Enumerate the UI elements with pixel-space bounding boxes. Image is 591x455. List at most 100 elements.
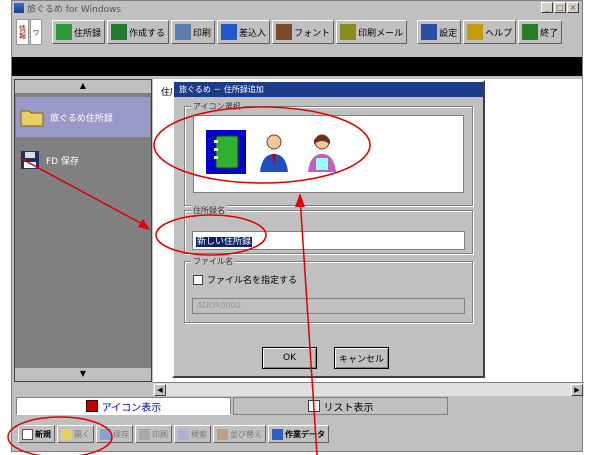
toolbar: 情報 ワ 住所録 作成する 印刷 差込入 フォント 印刷メール 設定 ヘルプ 終…: [14, 17, 580, 47]
group-label: 住所録名: [191, 205, 227, 216]
sidebar-item-label: FD 保存: [46, 156, 79, 167]
sidebar-item-label: 旅ぐるめ住所録: [50, 113, 113, 124]
button-label: 差込入: [239, 28, 267, 39]
create-icon: [111, 24, 128, 40]
exit-button[interactable]: 終了: [518, 20, 563, 44]
filename-group: ファイル名 ファイル名を指定する ADDR0000: [184, 256, 473, 323]
button-label: 印刷: [193, 28, 212, 39]
name-group: 住所録名 新しい住所録: [184, 205, 473, 254]
button-label: 作業データ: [285, 429, 325, 439]
group-label: ファイル名: [191, 256, 235, 267]
icon-list: [193, 115, 464, 193]
font-button[interactable]: フォント: [272, 20, 335, 44]
app-logo: 情報 ワ: [16, 19, 42, 45]
open-button[interactable]: 開く: [57, 425, 94, 443]
bottom-toolbar: 新規 開く 保存 印刷 検索 並び替え 作業データ: [12, 419, 582, 449]
settings-icon: [421, 24, 438, 40]
ok-button[interactable]: OK: [262, 347, 317, 369]
button-label: 並び替え: [230, 429, 262, 439]
tab-list-view[interactable]: リスト表示: [233, 397, 448, 415]
window-title: 旅ぐるめ for Windows: [27, 4, 122, 15]
help-icon: [467, 24, 484, 40]
insert-button[interactable]: 差込入: [217, 20, 271, 44]
tab-label: アイコン表示: [101, 402, 162, 414]
print-icon: [139, 428, 150, 440]
button-label: 終了: [540, 28, 559, 39]
tab-label: リスト表示: [323, 402, 374, 414]
logo-part: ワ: [29, 19, 42, 45]
maximize-button[interactable]: □: [554, 2, 566, 13]
sort-button[interactable]: 並び替え: [213, 425, 266, 443]
button-label: フォント: [294, 28, 331, 39]
dialog-title: 旅ぐるめ － 住所録追加: [174, 82, 483, 97]
sort-icon: [217, 428, 228, 440]
tab-icon-view[interactable]: アイコン表示: [16, 397, 231, 415]
cancel-button[interactable]: キャンセル: [334, 347, 389, 369]
print-icon: [175, 24, 192, 40]
scroll-left-button[interactable]: ◀: [154, 384, 166, 396]
minimize-button[interactable]: _: [541, 2, 553, 13]
specify-filename-checkbox[interactable]: ファイル名を指定する: [193, 273, 297, 286]
name-value: 新しい住所録: [196, 237, 253, 247]
checkbox-label: ファイル名を指定する: [207, 276, 298, 286]
filename-input[interactable]: ADDR0000: [192, 298, 465, 314]
list-view-icon: [307, 400, 320, 412]
search-button[interactable]: 検索: [174, 425, 211, 443]
sidebar: ▲ 旅ぐるめ住所録 FD 保存 ▼: [14, 79, 152, 382]
icon-select-group: アイコン選択: [184, 101, 473, 206]
print-button[interactable]: 印刷: [171, 20, 216, 44]
sidebar-scroll-down[interactable]: ▼: [15, 367, 151, 381]
button-label: 作成する: [129, 28, 166, 39]
scroll-right-button[interactable]: ▶: [571, 384, 583, 396]
search-icon: [178, 428, 189, 440]
new-icon: [22, 428, 33, 440]
close-button[interactable]: ×: [567, 2, 579, 13]
floppy-icon: [21, 151, 39, 169]
man-icon[interactable]: [254, 130, 294, 174]
create-button[interactable]: 作成する: [107, 20, 170, 44]
button-label: 新規: [35, 429, 51, 439]
icon-view-icon: [85, 400, 98, 412]
sidebar-item-fd[interactable]: FD 保存: [16, 140, 150, 180]
folder-icon: [20, 110, 44, 127]
title-bar: 旅ぐるめ for Windows _ □ ×: [12, 1, 582, 15]
mail-icon: [340, 24, 357, 40]
work-data-icon: [272, 428, 283, 440]
button-label: 印刷: [152, 429, 168, 439]
address-book-button[interactable]: 住所録: [52, 20, 106, 44]
exit-icon: [522, 24, 539, 40]
group-label: アイコン選択: [191, 101, 243, 112]
address-book-name-input[interactable]: 新しい住所録: [192, 231, 465, 250]
window-controls: _ □ ×: [541, 2, 579, 13]
print-bottom-button[interactable]: 印刷: [135, 425, 172, 443]
button-label: 住所録: [74, 28, 102, 39]
button-label: 保存: [113, 429, 129, 439]
insert-icon: [221, 24, 238, 40]
logo-part: 情報: [16, 19, 29, 45]
address-book-icon: [56, 24, 72, 40]
horizontal-scrollbar[interactable]: ◀ ▶: [153, 382, 584, 396]
view-tabs: アイコン表示 リスト表示: [14, 397, 580, 417]
save-button[interactable]: 保存: [96, 425, 133, 443]
help-button[interactable]: ヘルプ: [463, 20, 517, 44]
sidebar-scroll-up[interactable]: ▲: [15, 80, 151, 94]
notebook-icon[interactable]: [206, 130, 246, 174]
mail-button[interactable]: 印刷メール: [336, 20, 408, 44]
open-icon: [61, 428, 72, 440]
woman-icon[interactable]: [302, 130, 342, 174]
font-icon: [276, 24, 293, 40]
app-icon: [14, 3, 24, 13]
button-label: 開く: [74, 429, 90, 439]
button-label: 検索: [191, 429, 207, 439]
new-button[interactable]: 新規: [18, 425, 55, 443]
button-label: ヘルプ: [485, 28, 513, 39]
button-label: 印刷メール: [358, 28, 404, 39]
save-icon: [100, 428, 111, 440]
button-label: 設定: [439, 28, 458, 39]
checkbox-box[interactable]: [193, 274, 203, 285]
work-data-button[interactable]: 作業データ: [268, 425, 329, 443]
status-strip: [12, 57, 582, 76]
add-address-book-dialog: 旅ぐるめ － 住所録追加 アイコン選択 住所録名 新しい住所録 ファイル名 ファ…: [172, 80, 485, 378]
settings-button[interactable]: 設定: [417, 20, 462, 44]
sidebar-item-address-book[interactable]: 旅ぐるめ住所録: [16, 97, 150, 137]
